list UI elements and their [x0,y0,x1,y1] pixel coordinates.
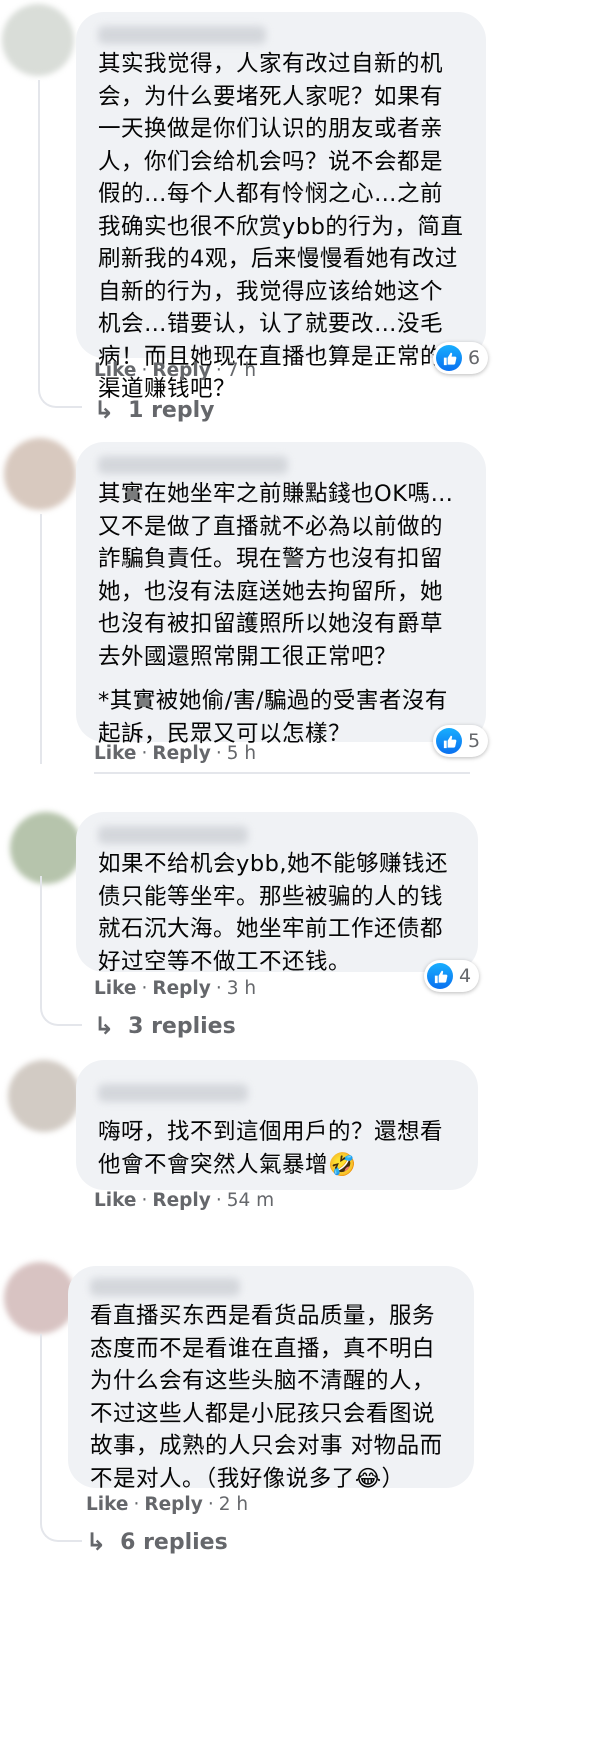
comment-actions: Like · Reply · 2 h [86,1494,249,1515]
comment-timestamp[interactable]: 5 h [227,743,256,764]
reply-arrow-icon: ↳ [94,1012,115,1040]
avatar[interactable] [4,1262,76,1334]
view-replies-button[interactable]: ↳ 1 reply [94,396,214,424]
reply-button[interactable]: Reply [152,360,210,381]
commenter-name-blurred[interactable] [98,1084,248,1102]
like-icon [436,728,462,754]
replies-count-label: 3 replies [128,1013,236,1039]
view-replies-button[interactable]: ↳ 3 replies [94,1012,236,1040]
avatar[interactable] [4,438,76,510]
comment-body: 嗨呀，找不到這個用戶的？還想看他會不會突然人氣暴增🤣 [98,1116,456,1181]
reply-arrow-icon: ↳ [94,396,115,424]
comment-actions: Like · Reply · 5 h [94,743,257,764]
comment-text: 其实我觉得，人家有改过自新的机会，为什么要堵死人家呢？如果有一天换做是你们认识的… [98,51,464,402]
comment-actions: Like · Reply · 3 h [94,978,257,999]
comment-body: 如果不给机会ybb,她不能够赚钱还债只能等坐牢。那些被骗的人的钱就石沉大海。她坐… [98,848,456,978]
reaction-count: 5 [468,730,481,752]
commenter-name-blurred[interactable] [98,26,266,44]
reaction-count: 6 [468,347,481,369]
comment-text: 嗨呀，找不到這個用戶的？還想看他會不會突然人氣暴增🤣 [98,1119,444,1178]
avatar[interactable] [10,812,82,884]
like-icon [436,345,462,371]
comment-actions: Like · Reply · 54 m [94,1190,275,1211]
comment-bubble: 如果不给机会ybb,她不能够赚钱还债只能等坐牢。那些被骗的人的钱就石沉大海。她坐… [76,812,478,975]
like-button[interactable]: Like [86,1494,128,1515]
comment-text: 其實在她坐牢之前賺點錢也OK嗎…又不是做了直播就不必為以前做的詐騙負責任。現在警… [98,481,454,670]
comment-timestamp[interactable]: 54 m [227,1190,274,1211]
view-replies-button[interactable]: ↳ 6 replies [86,1528,228,1556]
reaction-summary[interactable]: 5 [433,725,489,757]
comment-bubble: 其实我觉得，人家有改过自新的机会，为什么要堵死人家呢？如果有一天换做是你们认识的… [76,12,486,402]
comment-bubble: 嗨呀，找不到這個用戶的？還想看他會不會突然人氣暴增🤣 [76,1060,478,1190]
comment-text: 如果不给机会ybb,她不能够赚钱还债只能等坐牢。那些被骗的人的钱就石沉大海。她坐… [98,851,449,975]
comment-timestamp[interactable]: 7 h [227,360,256,381]
reply-thread-line [40,514,42,764]
avatar[interactable] [8,1060,80,1132]
comment-body: 其实我觉得，人家有改过自新的机会，为什么要堵死人家呢？如果有一天换做是你们认识的… [98,48,464,406]
reply-button[interactable]: Reply [152,1190,210,1211]
comment-timestamp[interactable]: 3 h [227,978,256,999]
comment-actions: Like · Reply · 7 h [94,360,257,381]
commenter-name-blurred[interactable] [98,826,248,844]
like-button[interactable]: Like [94,743,136,764]
commenter-name-blurred[interactable] [98,456,288,474]
reply-arrow-icon: ↳ [86,1528,107,1556]
comment-body: 其實在她坐牢之前賺點錢也OK嗎…又不是做了直播就不必為以前做的詐騙負責任。現在警… [98,478,464,750]
like-icon [427,963,453,989]
reply-button[interactable]: Reply [144,1494,202,1515]
reaction-summary[interactable]: 4 [424,960,480,992]
like-button[interactable]: Like [94,360,136,381]
reaction-count: 4 [459,965,472,987]
section-divider [94,772,470,774]
reply-button[interactable]: Reply [152,978,210,999]
reaction-summary[interactable]: 6 [433,342,489,374]
replies-count-label: 6 replies [120,1529,228,1555]
like-button[interactable]: Like [94,978,136,999]
comment-body: 看直播买东西是看货品质量，服务态度而不是看谁在直播，真不明白为什么会有这些头脑不… [90,1300,452,1495]
like-button[interactable]: Like [94,1190,136,1211]
avatar[interactable] [2,4,74,76]
replies-count-label: 1 reply [128,397,215,423]
comment-text: 看直播买东西是看货品质量，服务态度而不是看谁在直播，真不明白为什么会有这些头脑不… [90,1303,443,1492]
comment-timestamp[interactable]: 2 h [219,1494,248,1515]
reply-button[interactable]: Reply [152,743,210,764]
commenter-name-blurred[interactable] [90,1278,240,1296]
comment-bubble: 看直播买东西是看货品质量，服务态度而不是看谁在直播，真不明白为什么会有这些头脑不… [68,1266,474,1492]
comment-bubble: 其實在她坐牢之前賺點錢也OK嗎…又不是做了直播就不必為以前做的詐騙負責任。現在警… [76,442,486,747]
comment-text: *其實被她偷/害/騙過的受害者沒有起訴，民眾又可以怎樣？ [98,688,448,747]
